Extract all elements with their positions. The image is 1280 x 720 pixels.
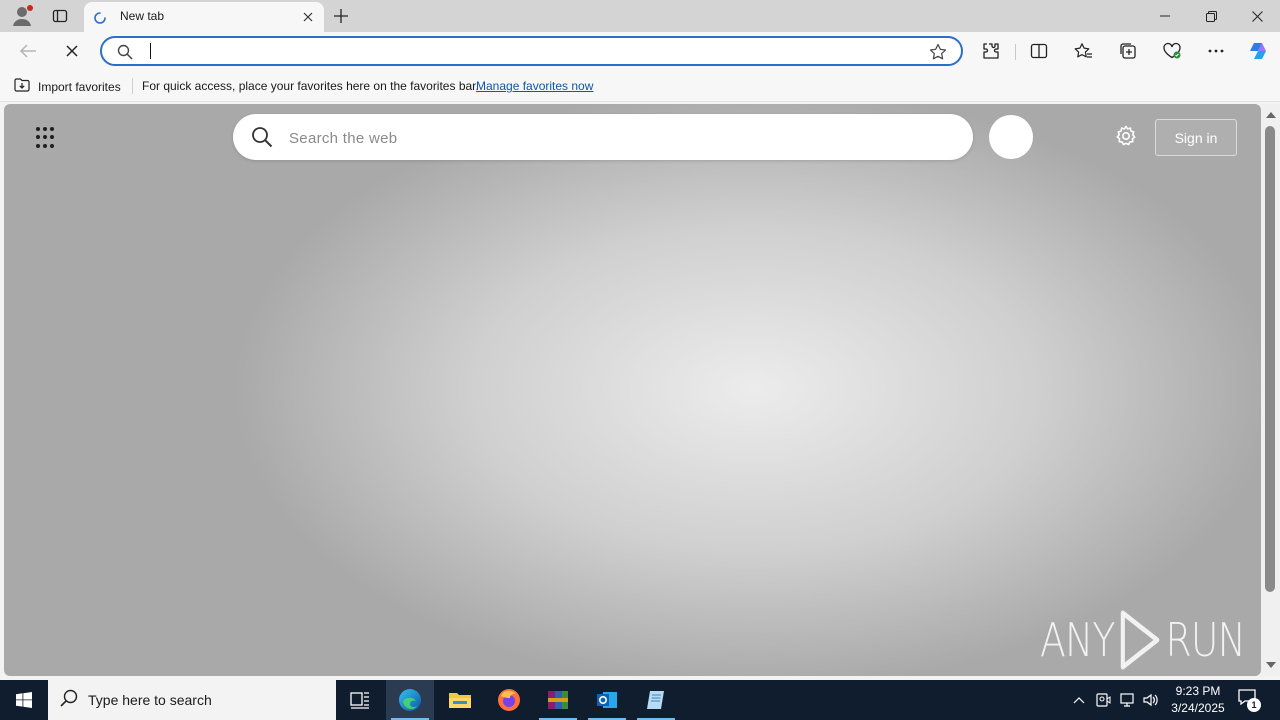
- tab-close-icon[interactable]: [300, 9, 316, 25]
- text-caret: [150, 43, 151, 59]
- more-options-icon[interactable]: [1201, 36, 1231, 66]
- search-icon: [117, 44, 133, 65]
- show-hidden-icons-chevron-up-icon[interactable]: [1069, 690, 1089, 710]
- notepad-icon: [647, 691, 664, 709]
- browser-essentials-icon[interactable]: [1157, 36, 1187, 66]
- anyrun-watermark: ANY RUN: [1040, 609, 1246, 671]
- extensions-icon[interactable]: [976, 36, 1006, 66]
- network-icon[interactable]: [1117, 690, 1137, 710]
- file-explorer-icon: [449, 693, 471, 708]
- search-icon: [60, 689, 78, 712]
- restore-button[interactable]: [1188, 0, 1234, 32]
- clock-date: 3/24/2025: [1171, 701, 1225, 715]
- taskbar-outlook[interactable]: [583, 680, 631, 720]
- sign-in-button[interactable]: Sign in: [1155, 119, 1237, 156]
- title-bar: New tab: [0, 0, 1280, 32]
- import-favorites-label: Import favorites: [38, 79, 121, 94]
- add-favorite-star-icon[interactable]: [929, 43, 947, 66]
- page-settings-gear-icon[interactable]: [1114, 124, 1138, 148]
- tab-new-tab[interactable]: New tab: [84, 2, 324, 32]
- taskbar-edge[interactable]: [386, 680, 434, 720]
- taskbar-file-explorer[interactable]: [436, 680, 484, 720]
- watermark-right-text: RUN: [1165, 613, 1246, 667]
- start-button[interactable]: [0, 680, 48, 720]
- system-clock[interactable]: 9:23 PM 3/24/2025: [1162, 683, 1234, 717]
- minimize-button[interactable]: [1142, 0, 1188, 32]
- favorites-separator: [132, 78, 133, 94]
- close-window-button[interactable]: [1234, 0, 1280, 32]
- browser-toolbar: [0, 32, 1280, 70]
- split-screen-icon[interactable]: [1024, 36, 1054, 66]
- watermark-play-icon: [1120, 610, 1160, 670]
- loading-tab-icon: [94, 11, 106, 24]
- taskbar-firefox[interactable]: [485, 680, 533, 720]
- scroll-down-arrow-icon[interactable]: [1266, 662, 1276, 668]
- profile-status-dot: [27, 5, 33, 11]
- page-scrollbar[interactable]: [1261, 104, 1280, 676]
- web-search-input[interactable]: [289, 127, 929, 149]
- task-view-icon: [350, 692, 369, 709]
- taskbar-search-box[interactable]: Type here to search: [48, 680, 336, 720]
- action-center-button[interactable]: 1: [1237, 688, 1263, 712]
- import-favorites-button[interactable]: Import favorites: [14, 78, 121, 95]
- visual-search-button[interactable]: [989, 115, 1033, 159]
- taskbar-winrar[interactable]: [534, 680, 582, 720]
- copilot-icon[interactable]: [1243, 36, 1273, 66]
- toolbar-separator: [1015, 44, 1016, 60]
- windows-logo-icon: [16, 692, 32, 708]
- collections-icon[interactable]: [1113, 36, 1143, 66]
- meet-now-icon[interactable]: [1093, 690, 1113, 710]
- favorites-icon[interactable]: [1068, 36, 1098, 66]
- manage-favorites-link[interactable]: Manage favorites now: [476, 79, 593, 93]
- firefox-icon: [498, 689, 520, 711]
- taskbar-notepad[interactable]: [632, 680, 680, 720]
- scroll-up-arrow-icon[interactable]: [1266, 112, 1276, 118]
- outlook-icon: [597, 692, 617, 708]
- winrar-icon: [548, 691, 568, 709]
- web-search-box[interactable]: [233, 114, 973, 160]
- edge-icon: [399, 689, 421, 711]
- address-input[interactable]: [148, 41, 908, 61]
- notification-count-badge: 1: [1247, 698, 1261, 712]
- scrollbar-thumb[interactable]: [1265, 126, 1275, 592]
- favorites-hint-text: For quick access, place your favorites h…: [142, 79, 479, 93]
- clock-time: 9:23 PM: [1175, 684, 1221, 698]
- task-view-button[interactable]: [336, 680, 384, 720]
- tab-title: New tab: [120, 9, 165, 23]
- address-bar[interactable]: [100, 36, 963, 66]
- tab-actions-icon[interactable]: [48, 4, 72, 28]
- back-button[interactable]: [13, 36, 43, 66]
- app-launcher-icon[interactable]: [36, 127, 58, 149]
- taskbar-search-placeholder: Type here to search: [88, 692, 212, 708]
- import-favorites-icon: [14, 78, 30, 95]
- search-icon: [251, 126, 273, 153]
- new-tab-button[interactable]: [330, 5, 352, 27]
- stop-loading-button[interactable]: [57, 36, 87, 66]
- volume-icon[interactable]: [1141, 690, 1161, 710]
- favorites-bar: Import favorites For quick access, place…: [0, 70, 1280, 102]
- windows-taskbar: Type here to search 9:23 PM 3/24/2025 1: [0, 680, 1280, 720]
- watermark-left-text: ANY: [1040, 613, 1115, 667]
- new-tab-page: Sign in ANY RUN: [4, 104, 1261, 676]
